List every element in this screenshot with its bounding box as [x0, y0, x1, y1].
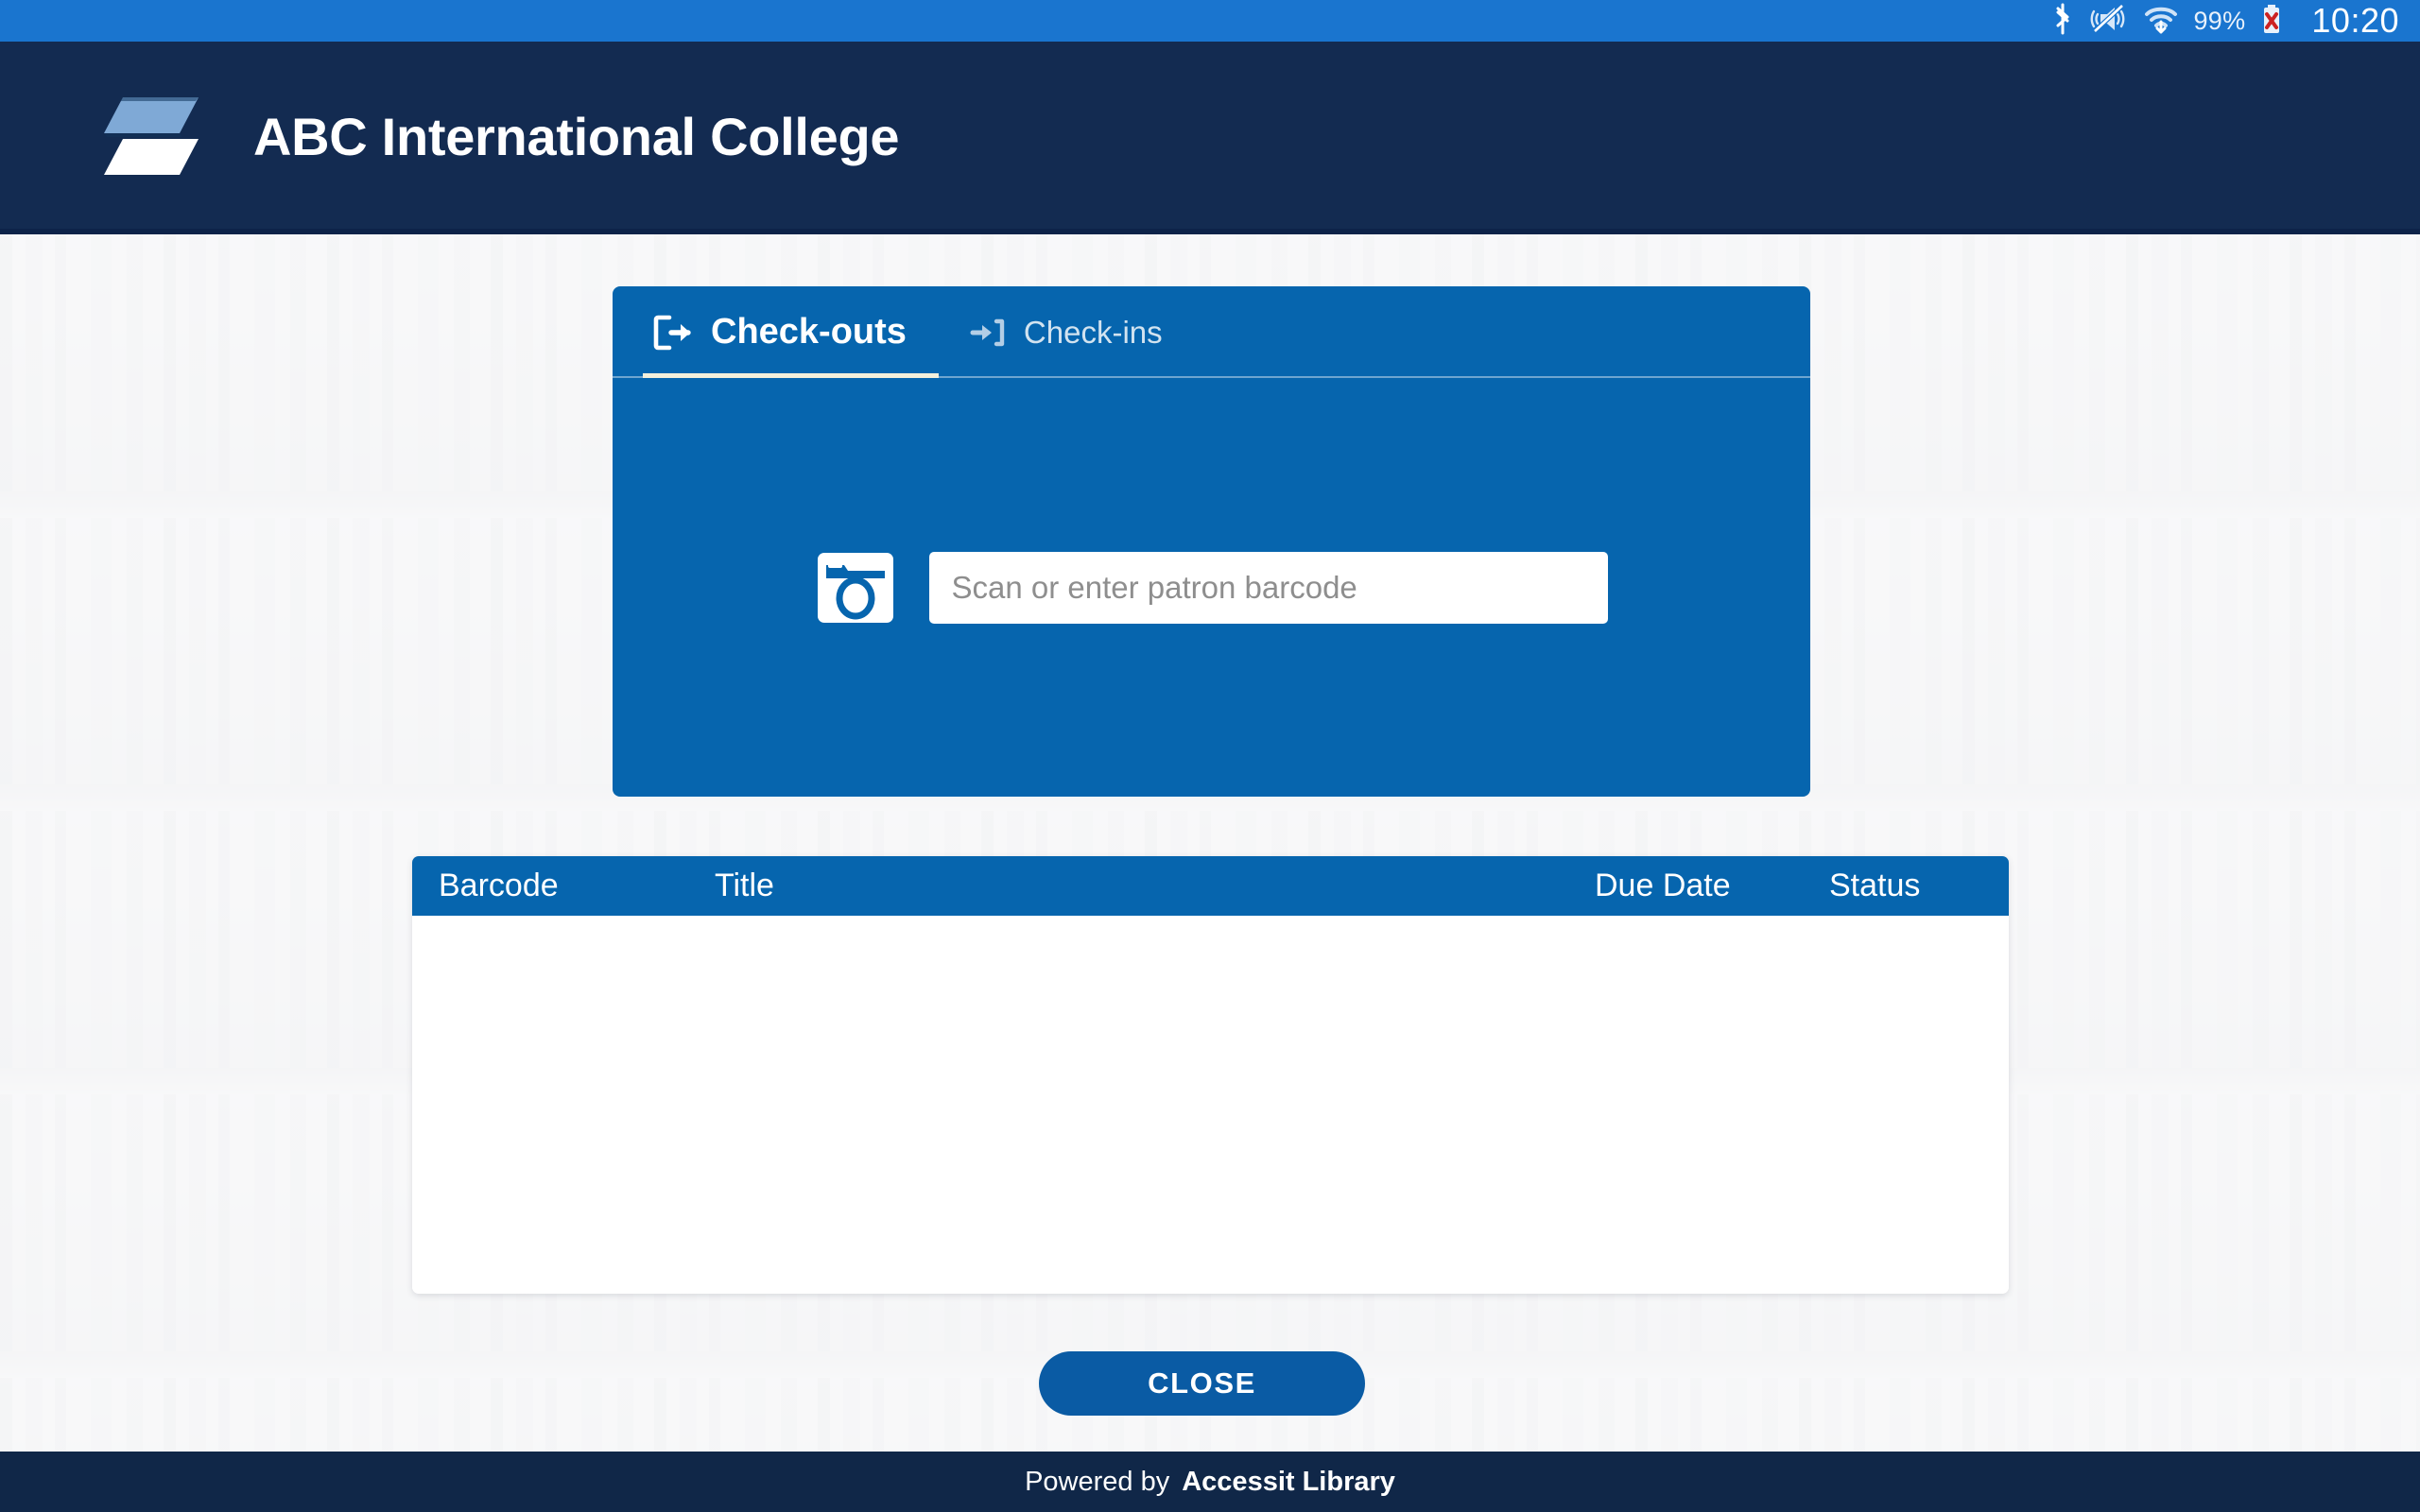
column-header-title: Title [715, 868, 774, 903]
status-bar: 99% 10:20 [0, 0, 2420, 42]
clock-label: 10:20 [2311, 1, 2399, 40]
footer-bar: Powered by Accessit Library [0, 1452, 2420, 1512]
patron-barcode-input[interactable] [928, 551, 1608, 624]
table-body [412, 916, 2009, 1294]
app-header: ABC International College [0, 42, 2420, 231]
wifi-icon [2144, 3, 2178, 40]
tab-bar: Check-outs Check-ins [613, 286, 1810, 378]
tab-check-outs-label: Check-outs [711, 312, 907, 352]
empty-results-area [412, 916, 2009, 1294]
sign-in-icon [969, 317, 1007, 349]
tab-check-outs[interactable]: Check-outs [643, 286, 939, 378]
footer-powered-by-label: Powered by [1025, 1466, 1170, 1497]
page-title: ABC International College [253, 106, 900, 166]
checkout-results-table: Barcode Title Due Date Status [412, 856, 2009, 1294]
patron-scan-row [613, 378, 1810, 797]
mute-vibrate-icon [2089, 3, 2129, 40]
battery-percent-label: 99% [2193, 6, 2246, 35]
accessit-chevron-logo [100, 95, 202, 177]
circulation-card: Check-outs Check-ins [613, 286, 1810, 797]
header-divider [0, 229, 2420, 234]
column-header-barcode: Barcode [439, 868, 559, 903]
column-header-due-date: Due Date [1595, 868, 1731, 903]
close-button[interactable]: CLOSE [1039, 1351, 1365, 1416]
bluetooth-icon [2051, 3, 2074, 40]
column-header-status: Status [1829, 868, 1921, 903]
sign-out-icon [652, 314, 694, 352]
table-header-row: Barcode Title Due Date Status [412, 856, 2009, 916]
app-root: 99% 10:20 ABC International College Chec… [0, 0, 2420, 1512]
status-bar-icons: 99% 10:20 [2051, 1, 2399, 41]
footer-brand-label: Accessit Library [1182, 1466, 1395, 1497]
tab-check-ins-label: Check-ins [1023, 314, 1163, 350]
battery-error-icon [2260, 3, 2283, 40]
barcode-scanner-camera-icon[interactable] [816, 551, 895, 625]
tab-check-ins[interactable]: Check-ins [959, 286, 1195, 378]
